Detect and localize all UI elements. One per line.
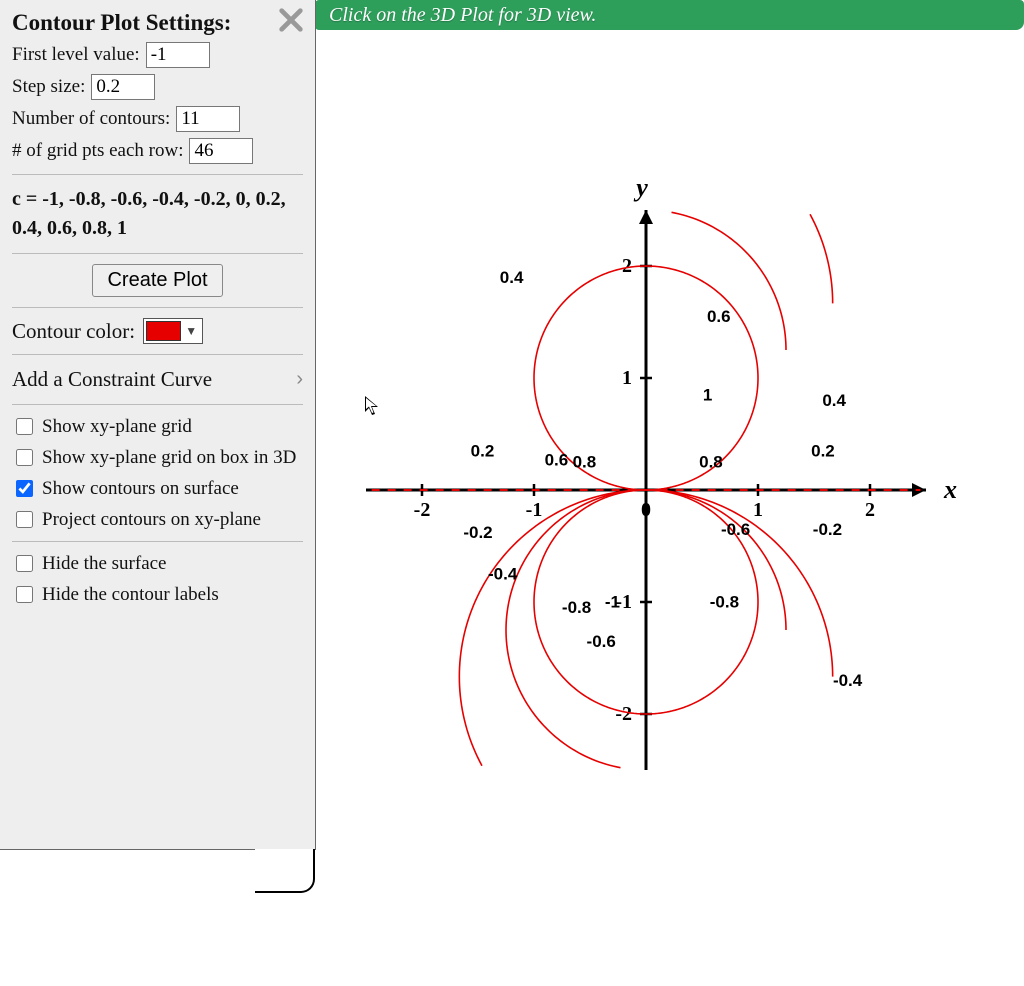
- hide-surface-checkbox[interactable]: [16, 555, 33, 572]
- svg-text:1: 1: [703, 385, 712, 404]
- svg-text:y: y: [633, 173, 648, 202]
- grid-pts-input[interactable]: [189, 138, 253, 164]
- svg-text:-2: -2: [414, 499, 431, 521]
- svg-text:-0.4: -0.4: [833, 671, 863, 690]
- svg-text:-0.4: -0.4: [488, 565, 518, 584]
- divider: [12, 404, 303, 405]
- svg-text:-0.6: -0.6: [587, 632, 616, 651]
- svg-text:0.2: 0.2: [811, 441, 835, 460]
- step-size-label: Step size:: [12, 76, 85, 98]
- settings-panel: Contour Plot Settings: First level value…: [0, 0, 316, 850]
- create-plot-button[interactable]: Create Plot: [92, 264, 222, 297]
- step-size-input[interactable]: [91, 74, 155, 100]
- project-contours-checkbox[interactable]: [16, 511, 33, 528]
- svg-text:0.6: 0.6: [707, 307, 731, 326]
- project-contours-label[interactable]: Project contours on xy-plane: [42, 509, 261, 531]
- svg-text:1: 1: [622, 367, 632, 389]
- svg-text:-0.8: -0.8: [562, 598, 591, 617]
- svg-text:-0.8: -0.8: [710, 593, 739, 612]
- info-banner: Click on the 3D Plot for 3D view.: [315, 0, 1024, 30]
- contour-color-picker[interactable]: ▼: [143, 318, 203, 344]
- svg-text:0.2: 0.2: [471, 441, 495, 460]
- svg-text:-0.2: -0.2: [813, 520, 842, 539]
- hide-surface-label[interactable]: Hide the surface: [42, 553, 167, 575]
- svg-text:0.4: 0.4: [500, 268, 524, 287]
- svg-text:-0.2: -0.2: [463, 523, 492, 542]
- show-grid-3d-checkbox[interactable]: [16, 449, 33, 466]
- svg-text:0.6: 0.6: [545, 450, 569, 469]
- show-grid-checkbox[interactable]: [16, 418, 33, 435]
- contour-levels-display: c = -1, -0.8, -0.6, -0.4, -0.2, 0, 0.2, …: [12, 185, 303, 243]
- svg-text:-0.6: -0.6: [721, 520, 750, 539]
- svg-text:0.8: 0.8: [699, 453, 723, 472]
- svg-text:-1: -1: [605, 593, 620, 612]
- add-constraint-row[interactable]: Add a Constraint Curve ›: [12, 367, 303, 392]
- svg-text:1: 1: [753, 499, 763, 521]
- panel-title: Contour Plot Settings:: [12, 10, 231, 35]
- first-level-input[interactable]: [146, 42, 210, 68]
- svg-text:0.4: 0.4: [822, 391, 846, 410]
- svg-text:2: 2: [865, 499, 875, 521]
- hide-labels-label[interactable]: Hide the contour labels: [42, 584, 219, 606]
- close-icon[interactable]: [277, 6, 305, 39]
- color-swatch-fill: [146, 321, 181, 341]
- divider: [12, 174, 303, 175]
- num-contours-label: Number of contours:: [12, 108, 170, 130]
- svg-text:-2: -2: [615, 703, 632, 725]
- show-grid-3d-label[interactable]: Show xy-plane grid on box in 3D: [42, 447, 296, 469]
- divider: [12, 307, 303, 308]
- info-banner-text: Click on the 3D Plot for 3D view.: [329, 4, 596, 26]
- add-constraint-label: Add a Constraint Curve: [12, 367, 212, 392]
- divider: [12, 354, 303, 355]
- svg-text:0.8: 0.8: [573, 453, 597, 472]
- first-level-label: First level value:: [12, 44, 140, 66]
- contour-color-label: Contour color:: [12, 319, 135, 344]
- divider: [12, 541, 303, 542]
- svg-text:-1: -1: [526, 499, 543, 521]
- num-contours-input[interactable]: [176, 106, 240, 132]
- hide-labels-checkbox[interactable]: [16, 586, 33, 603]
- svg-text:2: 2: [622, 255, 632, 277]
- panel-tab-handle[interactable]: [255, 849, 315, 893]
- show-contours-label[interactable]: Show contours on surface: [42, 478, 239, 500]
- show-grid-label[interactable]: Show xy-plane grid: [42, 416, 192, 438]
- svg-text:x: x: [943, 475, 957, 504]
- grid-pts-label: # of grid pts each row:: [12, 140, 183, 162]
- contour-plot[interactable]: -2-1012-2-112xy0.40.610.40.20.60.80.80.2…: [316, 30, 1024, 986]
- svg-text:0: 0: [641, 499, 651, 521]
- show-contours-checkbox[interactable]: [16, 480, 33, 497]
- divider: [12, 253, 303, 254]
- chevron-right-icon: ›: [296, 368, 303, 391]
- chevron-down-icon: ▼: [185, 324, 197, 339]
